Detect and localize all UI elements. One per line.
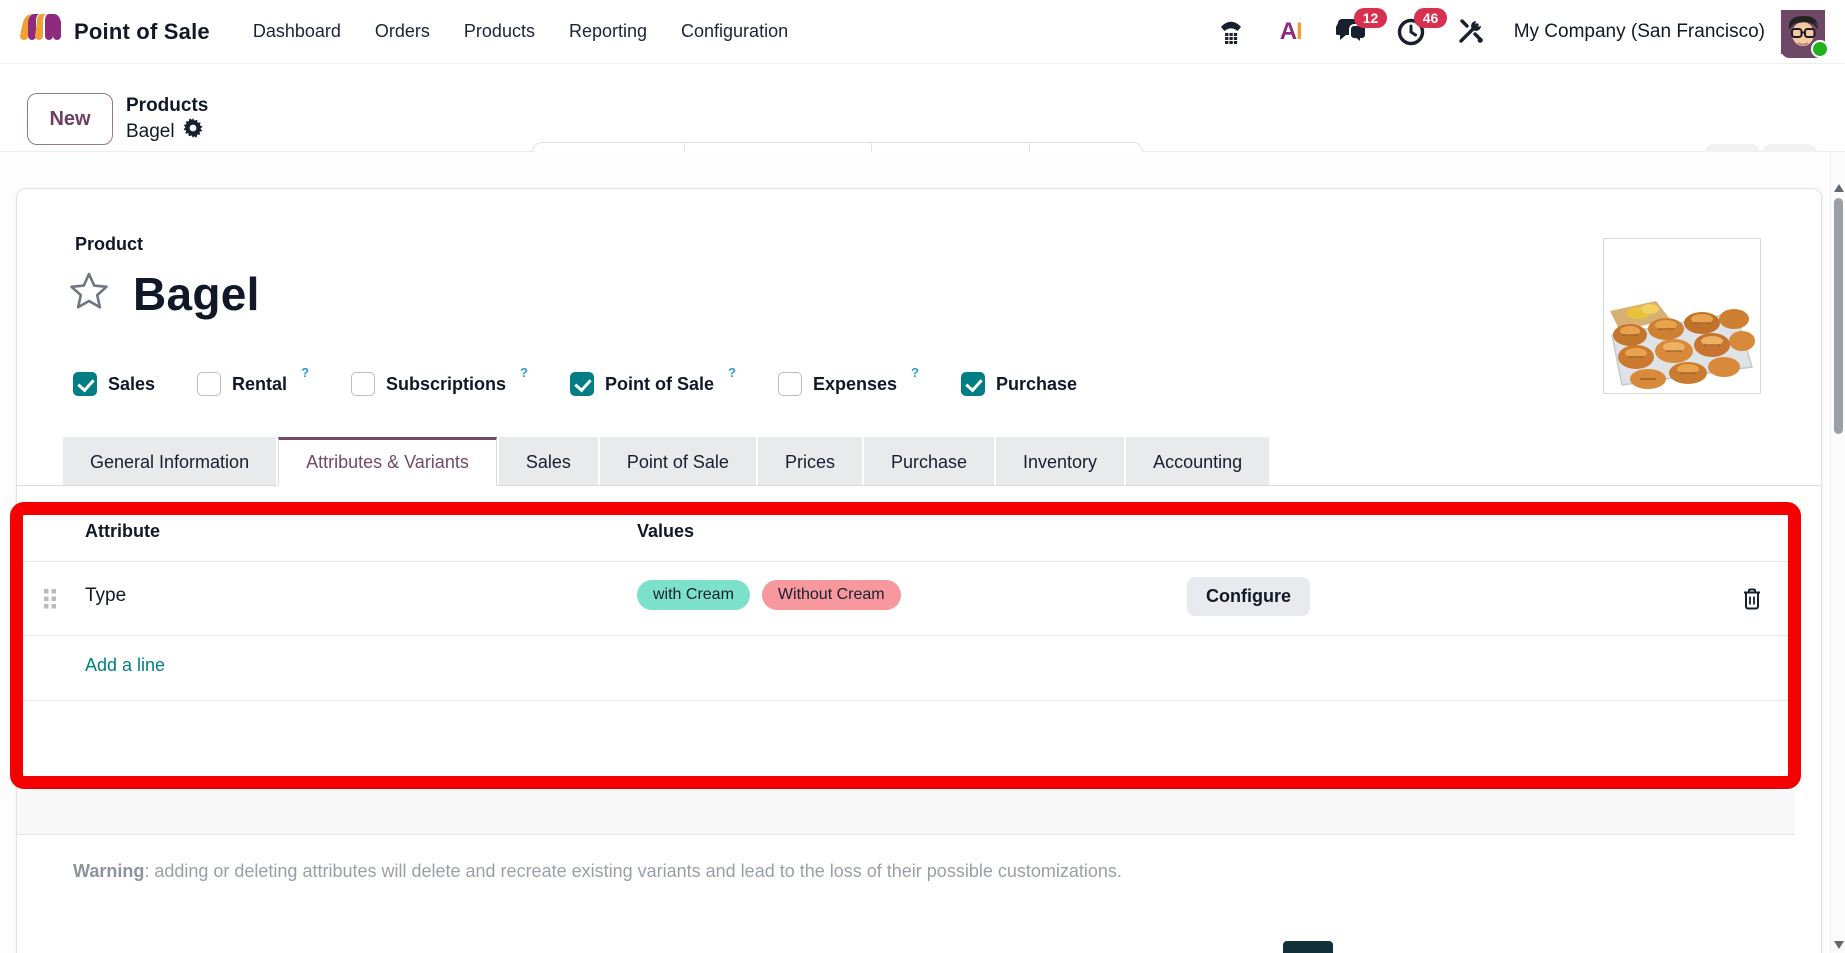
activities-clock-icon[interactable]: 46 [1396, 17, 1426, 47]
checkbox-point-of-sale-box[interactable] [570, 372, 594, 396]
help-icon[interactable]: ? [728, 365, 736, 380]
breadcrumb-bagel: Bagel [126, 120, 175, 144]
configure-button[interactable]: Configure [1187, 577, 1310, 616]
product-name[interactable]: Bagel [133, 267, 260, 321]
checkbox-sales-label: Sales [108, 371, 155, 397]
delete-row-trash-icon[interactable] [1741, 587, 1763, 614]
product-title-row: Bagel [67, 267, 260, 321]
control-panel: New Products Bagel [0, 64, 1845, 152]
checkbox-purchase[interactable]: Purchase [961, 371, 1077, 397]
tab-sales[interactable]: Sales [499, 437, 598, 485]
checkbox-subscriptions-label: Subscriptions [386, 371, 506, 397]
value-tag-with-cream[interactable]: with Cream [637, 580, 750, 610]
help-icon[interactable]: ? [911, 365, 919, 380]
menu-configuration[interactable]: Configuration [664, 11, 805, 52]
menu-reporting[interactable]: Reporting [552, 11, 664, 52]
messages-icon[interactable]: 12 [1336, 17, 1366, 47]
vertical-scrollbar[interactable] [1830, 152, 1845, 953]
drag-handle-icon[interactable] [43, 588, 57, 615]
attributes-table-header: Attribute Values [17, 505, 1795, 562]
main-menu: Dashboard Orders Products Reporting Conf… [236, 11, 805, 52]
settings-gear-icon[interactable] [183, 118, 203, 145]
breadcrumb: Products Bagel [126, 94, 208, 145]
tab-prices[interactable]: Prices [758, 437, 862, 485]
new-button[interactable]: New [27, 93, 113, 145]
checkbox-rental-box[interactable] [197, 372, 221, 396]
variants-warning-text: Warning: adding or deleting attributes w… [73, 861, 1573, 882]
app-menu-toggle[interactable]: Point of Sale [20, 12, 210, 51]
product-section-label: Product [75, 234, 143, 255]
tab-attributes-variants[interactable]: Attributes & Variants [278, 437, 497, 486]
breadcrumb-current: Bagel [126, 118, 208, 145]
warning-rest: : adding or deleting attributes will del… [144, 861, 1122, 881]
table-footer-strip [17, 791, 1795, 835]
tab-accounting[interactable]: Accounting [1126, 437, 1269, 485]
top-navbar: Point of Sale Dashboard Orders Products … [0, 0, 1845, 64]
checkbox-expenses-box[interactable] [778, 372, 802, 396]
tab-inventory[interactable]: Inventory [996, 437, 1124, 485]
tab-point-of-sale[interactable]: Point of Sale [600, 437, 756, 485]
product-type-checkboxes: Sales Rental ? Subscriptions ? Point of … [73, 371, 1077, 397]
online-status-dot [1811, 40, 1829, 58]
menu-dashboard[interactable]: Dashboard [236, 11, 358, 52]
attribute-values-cell[interactable]: with Cream Without Cream [637, 580, 901, 610]
screen: Point of Sale Dashboard Orders Products … [0, 0, 1845, 953]
form-view: Product Bagel Sales Rental ? [0, 152, 1845, 953]
checkbox-sales[interactable]: Sales [73, 371, 155, 397]
checkbox-rental-label: Rental [232, 371, 287, 397]
checkbox-expenses-label: Expenses [813, 371, 897, 397]
checkbox-rental[interactable]: Rental ? [197, 371, 309, 397]
debug-tools-icon[interactable] [1456, 17, 1486, 47]
checkbox-sales-box[interactable] [73, 372, 97, 396]
breadcrumb-products[interactable]: Products [126, 94, 208, 118]
scrollbar-up-arrow-icon[interactable] [1834, 184, 1844, 192]
tab-purchase[interactable]: Purchase [864, 437, 994, 485]
add-line-row: Add a line [17, 636, 1795, 701]
navbar-systray: AI 12 46 [1186, 10, 1825, 54]
app-name[interactable]: Point of Sale [74, 19, 210, 45]
empty-table-row [17, 701, 1795, 789]
help-icon[interactable]: ? [520, 365, 528, 380]
favorite-star-icon[interactable] [67, 270, 111, 319]
notebook-tabs: General Information Attributes & Variant… [17, 437, 1821, 486]
scrollbar-down-arrow-icon[interactable] [1834, 941, 1844, 949]
product-image[interactable] [1603, 238, 1761, 394]
messages-badge: 12 [1354, 8, 1388, 28]
user-menu[interactable] [1781, 10, 1825, 54]
checkbox-subscriptions-box[interactable] [351, 372, 375, 396]
product-form-sheet: Product Bagel Sales Rental ? [16, 188, 1822, 953]
checkbox-point-of-sale-label: Point of Sale [605, 371, 714, 397]
ai-icon[interactable]: AI [1276, 17, 1306, 47]
checkbox-expenses[interactable]: Expenses ? [778, 371, 919, 397]
company-switcher[interactable]: My Company (San Francisco) [1514, 21, 1765, 43]
value-tag-without-cream[interactable]: Without Cream [762, 580, 901, 610]
menu-products[interactable]: Products [447, 11, 552, 52]
checkbox-purchase-box[interactable] [961, 372, 985, 396]
pos-awning-icon [20, 12, 62, 51]
tab-general-information[interactable]: General Information [63, 437, 276, 485]
cutoff-tooltip-fragment [1283, 941, 1333, 953]
column-header-attribute[interactable]: Attribute [85, 521, 160, 542]
checkbox-purchase-label: Purchase [996, 371, 1077, 397]
attribute-name-cell[interactable]: Type [85, 585, 126, 607]
column-header-values[interactable]: Values [637, 521, 694, 542]
scrollbar-thumb[interactable] [1834, 198, 1843, 434]
table-row[interactable]: Type with Cream Without Cream Configure [17, 562, 1795, 636]
help-icon[interactable]: ? [301, 365, 309, 380]
checkbox-point-of-sale[interactable]: Point of Sale ? [570, 371, 736, 397]
warning-bold: Warning [73, 861, 144, 881]
add-a-line-link[interactable]: Add a line [85, 655, 165, 676]
checkbox-subscriptions[interactable]: Subscriptions ? [351, 371, 528, 397]
menu-orders[interactable]: Orders [358, 11, 447, 52]
voip-phone-icon[interactable] [1216, 17, 1246, 47]
activities-badge: 46 [1414, 8, 1448, 28]
